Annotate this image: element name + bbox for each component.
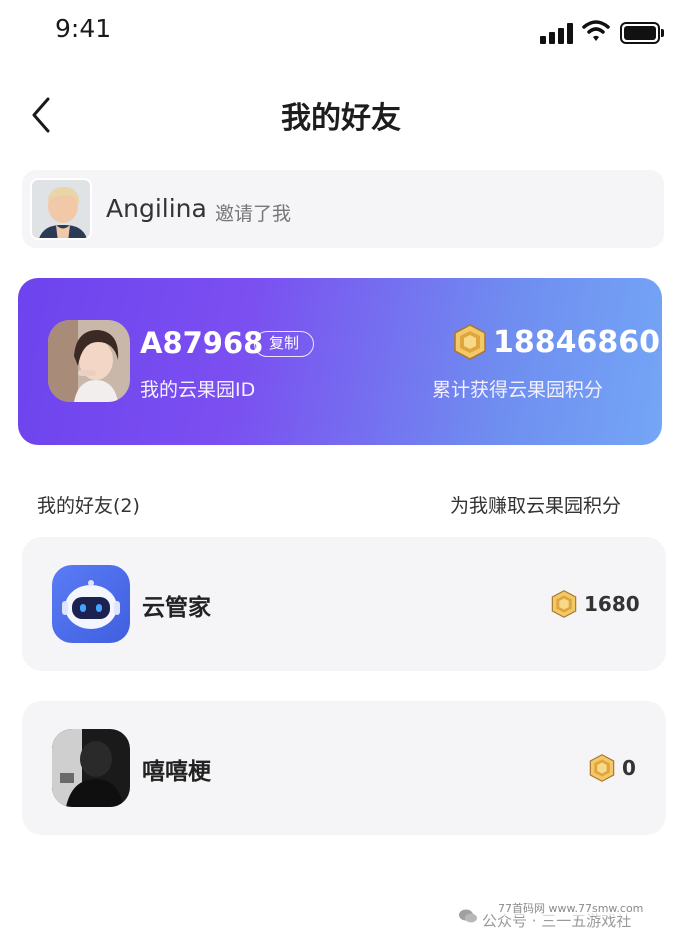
friend-points: 0 [622, 756, 636, 780]
friend-list-item[interactable]: 嘻嘻梗 0 [22, 701, 666, 835]
status-time: 9:41 [55, 14, 112, 43]
status-bar: 9:41 [0, 0, 682, 64]
coin-icon [454, 324, 486, 360]
friends-section-subtitle: 为我赚取云果园积分 [450, 495, 622, 517]
points-total-label: 累计获得云果园积分 [432, 379, 604, 401]
profile-avatar [48, 320, 130, 402]
inviter-action-text: 邀请了我 [215, 203, 292, 225]
friends-section-title: 我的好友(2) [37, 495, 140, 517]
inviter-card: Angilina 邀请了我 [22, 170, 664, 248]
friend-list-item[interactable]: 云管家 1680 [22, 537, 666, 671]
wifi-icon [582, 20, 610, 41]
nav-header: 我的好友 [0, 85, 682, 145]
friend-points: 1680 [584, 592, 640, 616]
watermark-site: 77首码网 www.77smw.com [498, 900, 644, 916]
inviter-name: Angilina [106, 194, 207, 223]
profile-id-label: 我的云果园ID [140, 379, 256, 401]
copy-id-button[interactable]: 复制 [254, 331, 314, 357]
coin-icon [551, 590, 577, 618]
robot-avatar [52, 565, 130, 643]
battery-icon [620, 22, 664, 44]
profile-id: A87968 [140, 326, 264, 360]
points-total: 18846860 [493, 325, 660, 360]
watermark: 公众号 · 三一五游戏社 77首码网 www.77smw.com [458, 900, 682, 931]
page-title: 我的好友 [281, 101, 401, 136]
dark-photo-avatar [52, 729, 130, 807]
friend-name: 云管家 [142, 595, 211, 621]
wechat-icon [459, 909, 477, 923]
cellular-signal-icon [540, 22, 574, 44]
inviter-avatar [30, 178, 92, 240]
profile-card: A87968 复制 我的云果园ID 18846860 累计获得云果园积分 [18, 278, 662, 445]
coin-icon [589, 754, 615, 782]
friend-name: 嘻嘻梗 [142, 759, 211, 785]
